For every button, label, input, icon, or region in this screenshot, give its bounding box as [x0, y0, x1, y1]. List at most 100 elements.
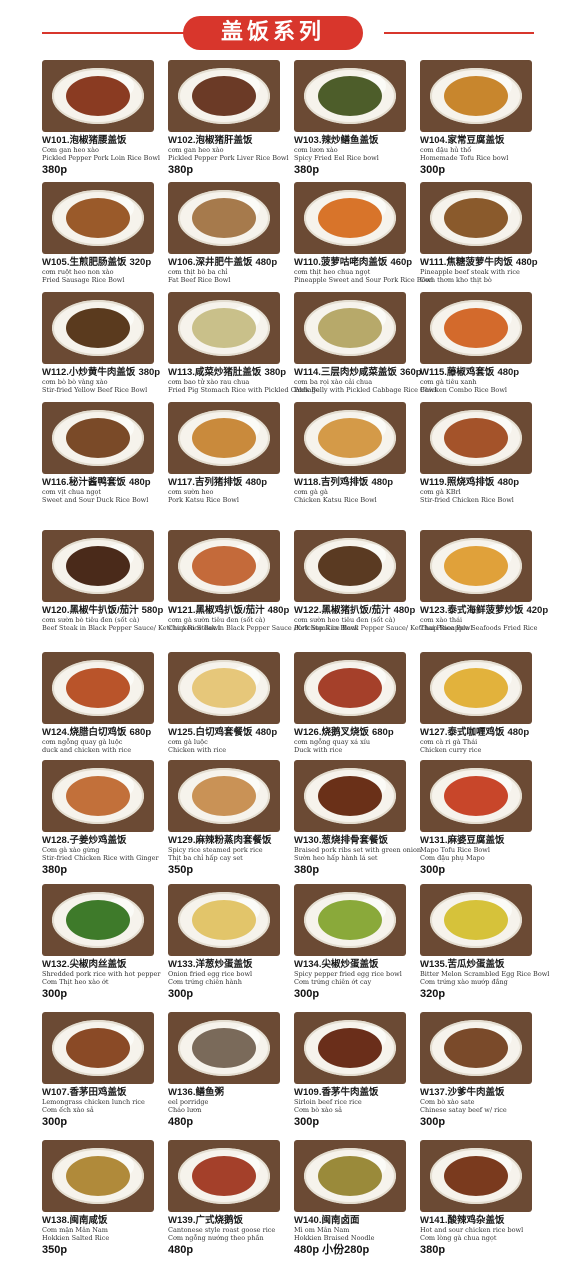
menu-item[interactable]: W103.辣炒鳝鱼盖饭 cơm lươn xào Spicy Fried Eel R…	[294, 60, 422, 177]
dish-description: Fried Sausage Rice Bowl	[42, 276, 125, 284]
dish-photo	[168, 60, 280, 132]
dish-photo	[42, 182, 154, 254]
menu-item[interactable]: W136.鳝鱼粥 eel porridge Cháo lươn 480p	[168, 1012, 296, 1129]
dish-code: W135.苦瓜炒蛋盖饭	[420, 959, 505, 970]
dish-photo	[168, 760, 280, 832]
food-shape	[192, 198, 256, 238]
menu-item[interactable]: W134.尖椒炒蛋盖饭 Spicy pepper fried egg rice b…	[294, 884, 422, 1001]
menu-item[interactable]: W107.香茅田鸡盖饭 Lemongrass chicken lunch rice…	[42, 1012, 170, 1129]
dish-price: 460p	[390, 257, 413, 268]
dish-photo	[294, 652, 406, 724]
dish-code: W129.麻辣粉蒸肉套餐饭	[168, 835, 272, 846]
dish-photo	[420, 760, 532, 832]
food-shape	[444, 308, 508, 348]
dish-name: W114.三层肉炒咸菜盖饭 360p	[294, 367, 422, 378]
menu-item[interactable]: W140.闽南卤面 Mì om Mân Nam Hokkien Braised No…	[294, 1140, 422, 1257]
menu-item[interactable]: W120.黑椒牛扒饭/茄汁 580p cơm sườn bò tiêu đen (s…	[42, 530, 220, 632]
menu-item[interactable]: W109.香茅牛肉盖饭 Sirloin beef rice rice Cơm bò …	[294, 1012, 422, 1129]
menu-item[interactable]: W102.泡椒猪肝盖饭 cơm gan heo xào Pickled Pepper…	[168, 60, 296, 177]
menu-item[interactable]: W106.深井肥牛盖饭 480p cơm thịt bò ba chỉ Fat Bee…	[168, 182, 296, 284]
menu-item[interactable]: W119.照烧鸡排饭 480p cơm gà KBrl Stir-fried Chic…	[420, 402, 548, 504]
dish-code: W132.尖椒肉丝盖饭	[42, 959, 127, 970]
menu-item[interactable]: W115.藤椒鸡套饭 480p cơm gà tiêu xanh Chicken Co…	[420, 292, 548, 394]
menu-item[interactable]: W111.焦糖菠萝牛肉饭 480p Pineapple beef steak wit…	[420, 182, 548, 284]
menu-item[interactable]: W117.吉列猪排饭 480p cơm sườn heo Pork Katsu Ric…	[168, 402, 296, 504]
menu-item[interactable]: W133.洋葱炒蛋盖饭 Onion fried egg rice bowl Cơm …	[168, 884, 296, 1001]
dish-description: Pork Katsu Rice Bowl	[168, 496, 239, 504]
menu-item[interactable]: W104.家常豆腐盖饭 cơm đậu hủ thố Homemade Tofu R…	[420, 60, 548, 177]
menu-item[interactable]: W122.黑椒猪扒饭/茄汁 480p cơm sườn heo tiêu đen (…	[294, 530, 472, 632]
menu-item[interactable]: W137.沙爹牛肉盖饭 Cơm bò xào sate Chinese satay …	[420, 1012, 548, 1129]
food-shape	[66, 418, 130, 458]
dish-price: 380p	[42, 164, 68, 176]
menu-item[interactable]: W129.麻辣粉蒸肉套餐饭 Spicy rice steamed pork ric…	[168, 760, 296, 877]
food-shape	[66, 308, 130, 348]
food-shape	[318, 668, 382, 708]
food-shape	[66, 546, 130, 586]
food-shape	[444, 1028, 508, 1068]
food-shape	[318, 308, 382, 348]
dish-price: 300p	[420, 864, 446, 876]
menu-item[interactable]: W116.秘汁酱鸭套饭 480p cơm vịt chua ngọt Sweet an…	[42, 402, 170, 504]
dish-name: W139.广式烧鹅饭	[168, 1215, 296, 1226]
food-shape	[318, 198, 382, 238]
dish-name: W118.吉列鸡排饭 480p	[294, 477, 422, 488]
menu-item[interactable]: W121.黑椒鸡扒饭/茄汁 480p cơm gà sườn tiêu đen (s…	[168, 530, 358, 632]
dish-name: W129.麻辣粉蒸肉套餐饭	[168, 835, 296, 846]
dish-photo	[42, 402, 154, 474]
food-shape	[192, 668, 256, 708]
dish-code: W118.吉列鸡排饭	[294, 477, 369, 488]
dish-name: W112.小炒黄牛肉盖饭 380p	[42, 367, 170, 378]
menu-item[interactable]: W138.闽南咸饭 Cơm mặn Mân Nam Hokkien Salted R…	[42, 1140, 170, 1257]
menu-item[interactable]: W128.子姜炒鸡盖饭 Cơm gà xào gừng Stir-fried Chi…	[42, 760, 170, 877]
dish-photo	[168, 884, 280, 956]
dish-description: duck and chicken with rice	[42, 746, 132, 754]
menu-item[interactable]: W141.酸辣鸡杂盖饭 Hot and sour chicken rice bow…	[420, 1140, 548, 1257]
dish-price: 680p	[129, 727, 152, 738]
menu-item[interactable]: W132.尖椒肉丝盖饭 Shredded pork rice with hot p…	[42, 884, 170, 1001]
menu-item[interactable]: W113.咸菜炒猪肚盖饭 380p cơm bao tử xào rau chua F…	[168, 292, 320, 394]
dish-name: W116.秘汁酱鸭套饭 480p	[42, 477, 170, 488]
dish-name: W122.黑椒猪扒饭/茄汁 480p	[294, 605, 422, 616]
food-shape	[444, 668, 508, 708]
dish-description: Cơm bò xào sả	[294, 1106, 342, 1114]
dish-code: W138.闽南咸饭	[42, 1215, 108, 1226]
dish-description: Pickled Pepper Pork Liver Rice Bowl	[168, 154, 289, 162]
menu-item[interactable]: W114.三层肉炒咸菜盖饭 360p cơm ba rọi xào cải chua…	[294, 292, 436, 394]
menu-item[interactable]: W131.麻婆豆腐盖饭 Mapo Tofu Rice Bowl Cơm đậu ph…	[420, 760, 548, 877]
dish-price: 480p	[497, 367, 520, 378]
dish-code: W137.沙爹牛肉盖饭	[420, 1087, 505, 1098]
dish-subtitle: Cơm bò xào sate	[420, 1098, 475, 1106]
dish-subtitle: cơm gà luộc	[168, 738, 208, 746]
menu-item[interactable]: W123.泰式海鲜菠萝炒饭 420p cơm xào thái Thai Pineap…	[420, 530, 548, 632]
dish-code: W131.麻婆豆腐盖饭	[420, 835, 505, 846]
dish-subtitle: cơm ruột heo non xào	[42, 268, 114, 276]
menu-item[interactable]: W101.泡椒猪腰盖饭 Cơm gan heo xào Pickled Pepper…	[42, 60, 170, 177]
dish-subtitle: cơm thịt heo chua ngọt	[294, 268, 371, 276]
dish-subtitle: Braised pork ribs set with green onion	[294, 846, 422, 854]
dish-name: W124.烧腊白切鸡饭 680p	[42, 727, 170, 738]
menu-item[interactable]: W124.烧腊白切鸡饭 680p cơm ngỗng quay gà luộc duc…	[42, 652, 170, 754]
dish-photo	[294, 182, 406, 254]
menu-item[interactable]: W126.烧鹅叉烧饭 680p cơm ngỗng quay xá xíu Duck …	[294, 652, 422, 754]
menu-item[interactable]: W125.白切鸡套餐饭 480p cơm gà luộc Chicken with r…	[168, 652, 296, 754]
menu-item[interactable]: W135.苦瓜炒蛋盖饭 Bitter Melon Scrambled Egg Ri…	[420, 884, 549, 1001]
dish-code: W122.黑椒猪扒饭/茄汁	[294, 605, 391, 616]
dish-name: W117.吉列猪排饭 480p	[168, 477, 296, 488]
menu-item[interactable]: W130.葱烧排骨套餐饭 Braised pork ribs set with g…	[294, 760, 422, 877]
dish-name: W119.照烧鸡排饭 480p	[420, 477, 548, 488]
menu-item[interactable]: W110.菠萝咕咾肉盖饭 460p cơm thịt heo chua ngọt Pi…	[294, 182, 433, 284]
menu-item[interactable]: W112.小炒黄牛肉盖饭 380p cơm bò bò vàng xào Stir-f…	[42, 292, 170, 394]
dish-price: 320p	[420, 988, 446, 1000]
menu-item[interactable]: W127.泰式咖喱鸡饭 480p cơm cà ri gà Thái Chicken …	[420, 652, 548, 754]
dish-subtitle: eel porridge	[168, 1098, 209, 1106]
menu-item[interactable]: W105.生煎肥肠盖饭 320p cơm ruột heo non xào Fried…	[42, 182, 170, 284]
menu-item[interactable]: W118.吉列鸡排饭 480p cơm gà gà Chicken Katsu Ric…	[294, 402, 422, 504]
menu-item[interactable]: W139.广式烧鹅饭 Cantonese style roast goose ri…	[168, 1140, 296, 1257]
dish-description: Hokkien Braised Noodle	[294, 1234, 375, 1242]
dish-description: Hokkien Salted Rice	[42, 1234, 110, 1242]
dish-price: 480p	[267, 605, 290, 616]
dish-price: 300p	[294, 988, 320, 1000]
dish-description: Cơm trứng xào mướp đắng	[420, 978, 508, 986]
dish-name: W125.白切鸡套餐饭 480p	[168, 727, 296, 738]
